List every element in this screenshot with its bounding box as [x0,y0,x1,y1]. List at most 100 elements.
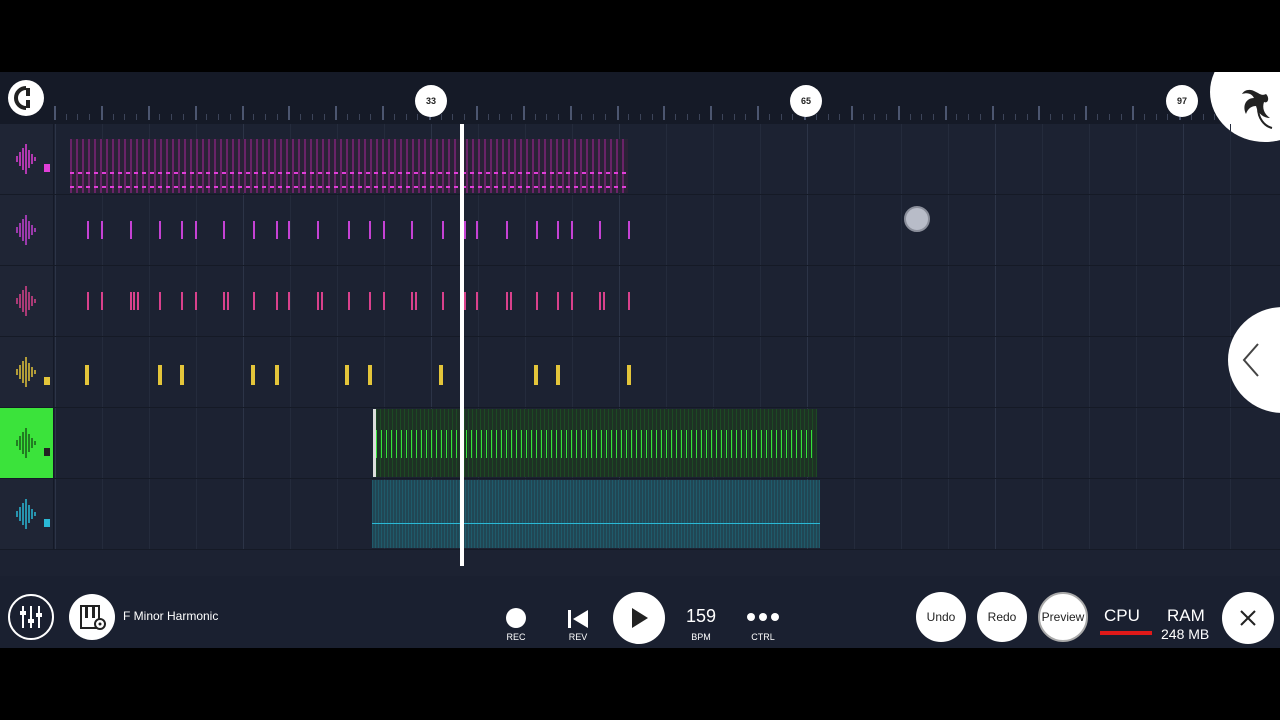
pattern-note[interactable] [130,221,132,239]
pattern-note[interactable] [348,292,350,310]
pattern-note[interactable] [101,292,103,310]
bpm-value[interactable]: 159 [676,606,726,627]
mixer-button[interactable] [8,594,54,640]
audio-clip[interactable] [372,480,820,548]
pattern-note[interactable] [195,221,197,239]
more-dots-icon[interactable] [746,612,780,622]
pattern-note[interactable] [536,221,538,239]
track-lane-3[interactable] [55,266,1280,336]
pattern-note[interactable] [87,221,89,239]
pattern-note[interactable] [599,292,601,310]
pattern-clip[interactable] [70,139,628,193]
playhead[interactable] [460,124,464,566]
pattern-note[interactable] [506,292,508,310]
pattern-note[interactable] [369,292,371,310]
track-row-4[interactable] [0,337,1280,408]
pattern-note[interactable] [439,365,443,385]
pattern-note[interactable] [599,221,601,239]
pattern-note[interactable] [130,292,132,310]
pattern-note[interactable] [253,221,255,239]
preview-button[interactable]: Preview [1038,592,1088,642]
pattern-note[interactable] [571,221,573,239]
pattern-note[interactable] [476,292,478,310]
track-lane-4[interactable] [55,337,1280,407]
pattern-note[interactable] [345,365,349,385]
piano-settings-button[interactable] [69,594,115,640]
pattern-note[interactable] [159,292,161,310]
pattern-note[interactable] [557,292,559,310]
pattern-note[interactable] [101,221,103,239]
pattern-note[interactable] [321,292,323,310]
pattern-note[interactable] [276,221,278,239]
close-button[interactable] [1222,592,1274,644]
pattern-note[interactable] [251,365,255,385]
pattern-note[interactable] [506,221,508,239]
track-row-1[interactable] [0,124,1280,195]
pattern-note[interactable] [348,221,350,239]
pattern-note[interactable] [275,365,279,385]
pattern-note[interactable] [137,292,139,310]
pattern-note[interactable] [627,365,631,385]
pattern-note[interactable] [415,292,417,310]
pattern-note[interactable] [181,292,183,310]
timeline-ruler[interactable]: 33 65 97 [0,72,1280,142]
track-header-1[interactable] [0,124,54,194]
rewind-icon[interactable] [566,608,590,630]
pattern-note[interactable] [223,292,225,310]
pattern-note[interactable] [628,221,630,239]
track-lane-1[interactable] [55,124,1280,194]
pattern-note[interactable] [476,221,478,239]
pattern-note[interactable] [180,365,184,385]
pattern-note[interactable] [442,221,444,239]
pattern-note[interactable] [133,292,135,310]
pattern-note[interactable] [87,292,89,310]
undo-button[interactable]: Undo [916,592,966,642]
pattern-note[interactable] [411,292,413,310]
pattern-note[interactable] [534,365,538,385]
pattern-note[interactable] [317,221,319,239]
track-header-2[interactable] [0,195,54,265]
track-lane-2[interactable] [55,195,1280,265]
pattern-note[interactable] [276,292,278,310]
pattern-note[interactable] [85,365,89,385]
track-header-5[interactable] [0,408,54,478]
pattern-note[interactable] [556,365,560,385]
snap-button[interactable] [8,80,44,116]
pattern-note[interactable] [571,292,573,310]
pattern-note[interactable] [383,292,385,310]
track-header-6[interactable] [0,479,54,549]
pattern-note[interactable] [628,292,630,310]
bar-marker-65[interactable]: 65 [790,85,822,117]
pattern-note[interactable] [159,221,161,239]
pattern-note[interactable] [464,221,466,239]
track-row-3[interactable] [0,266,1280,337]
redo-button[interactable]: Redo [977,592,1027,642]
record-button[interactable] [506,608,526,628]
scale-label[interactable]: F Minor Harmonic [123,609,218,623]
track-lane-5[interactable] [55,408,1280,478]
track-row-2[interactable] [0,195,1280,266]
pattern-note[interactable] [317,292,319,310]
pattern-note[interactable] [442,292,444,310]
pattern-note[interactable] [383,221,385,239]
pattern-note[interactable] [253,292,255,310]
pattern-note[interactable] [536,292,538,310]
pattern-note[interactable] [510,292,512,310]
pattern-note[interactable] [464,292,466,310]
track-header-3[interactable] [0,266,54,336]
pattern-note[interactable] [411,221,413,239]
pattern-note[interactable] [603,292,605,310]
pattern-note[interactable] [369,221,371,239]
pattern-note[interactable] [288,292,290,310]
track-lane-6[interactable] [55,479,1280,549]
play-button[interactable] [613,592,665,644]
track-row-5[interactable] [0,408,1280,479]
pattern-note[interactable] [195,292,197,310]
track-header-4[interactable] [0,337,54,407]
track-row-6[interactable] [0,479,1280,550]
pattern-note[interactable] [158,365,162,385]
bar-marker-33[interactable]: 33 [415,85,447,117]
bar-marker-97[interactable]: 97 [1166,85,1198,117]
pattern-note[interactable] [181,221,183,239]
pattern-note[interactable] [288,221,290,239]
